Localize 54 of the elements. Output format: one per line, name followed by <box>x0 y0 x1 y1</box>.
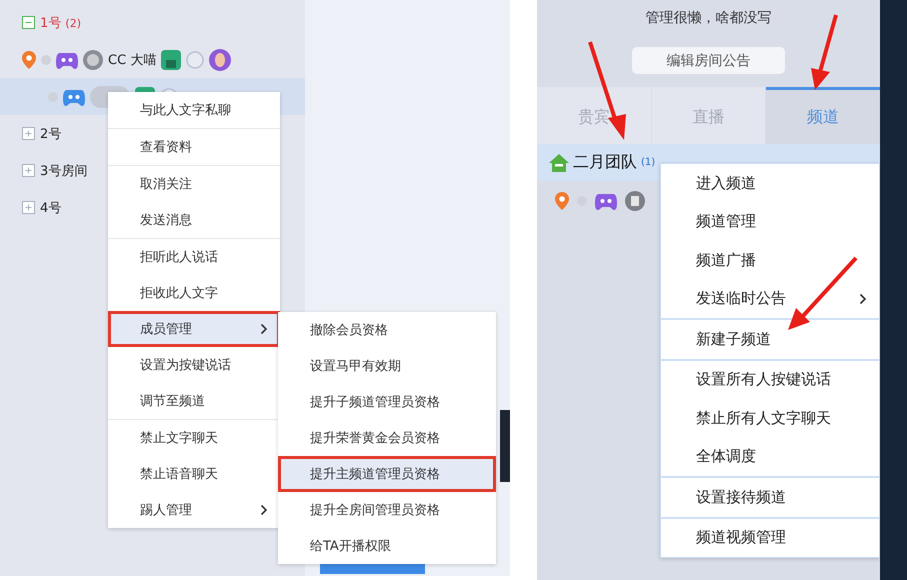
menu-item[interactable]: 发送消息 <box>108 202 280 238</box>
chevron-right-icon <box>859 292 867 305</box>
user-name[interactable]: CC 大喵 <box>108 50 156 68</box>
room-label[interactable]: 2号 <box>40 124 62 142</box>
notice-text: 管理很懒，啥都没写 <box>644 9 772 28</box>
menu-item[interactable]: 调节至频道 <box>108 383 280 419</box>
location-pin-icon <box>22 50 36 68</box>
expand-icon[interactable] <box>22 201 35 214</box>
menu-item[interactable]: 成员管理 <box>108 311 280 347</box>
menu-item[interactable]: 提升全房间管理员资格 <box>278 492 496 528</box>
menu-item[interactable]: 禁止所有人文字聊天 <box>661 399 879 438</box>
room-label[interactable]: 4号 <box>40 198 62 216</box>
menu-item[interactable]: 频道管理 <box>661 202 879 241</box>
avatar-icon <box>209 48 232 70</box>
menu-item[interactable]: 取消关注 <box>108 166 280 202</box>
collapse-icon[interactable] <box>22 16 35 29</box>
expand-icon[interactable] <box>22 127 35 140</box>
menu-item[interactable]: 新建子频道 <box>661 320 879 358</box>
chevron-right-icon <box>260 504 268 516</box>
menu-item[interactable]: 拒听此人说话 <box>108 239 280 275</box>
menu-item[interactable]: 拒收此人文字 <box>108 275 280 311</box>
menu-item[interactable]: 设置所有人按键说话 <box>661 360 879 399</box>
menu-item[interactable]: 与此人文字私聊 <box>108 92 280 128</box>
menu-item[interactable]: 设置马甲有效期 <box>278 348 496 384</box>
status-dot-icon <box>48 92 58 102</box>
menu-item[interactable]: 撤除会员资格 <box>278 312 496 348</box>
location-pin-icon <box>555 192 569 210</box>
menu-item[interactable]: 禁止语音聊天 <box>108 456 280 492</box>
window-edge <box>500 410 510 482</box>
menu-item[interactable]: 频道视频管理 <box>661 518 879 557</box>
menu-item[interactable]: 踢人管理 <box>108 492 280 528</box>
menu-item[interactable]: 提升主频道管理员资格 <box>278 456 496 492</box>
house-icon <box>549 154 569 172</box>
expand-icon[interactable] <box>22 164 35 177</box>
menu-item[interactable]: 提升荣誉黄金会员资格 <box>278 420 496 456</box>
menu-item[interactable]: 全体调度 <box>661 438 879 476</box>
menu-item[interactable]: 提升子频道管理员资格 <box>278 384 496 420</box>
avatar-badge-icon <box>83 50 103 70</box>
gamepad-icon <box>595 191 617 211</box>
channel-name[interactable]: 二月团队 <box>573 152 637 173</box>
menu-item[interactable]: 禁止文字聊天 <box>108 420 280 456</box>
menu-item[interactable]: 频道广播 <box>661 241 879 280</box>
edit-notice-button[interactable]: 编辑房间公告 <box>632 47 785 74</box>
menu-item[interactable]: 查看资料 <box>108 129 280 165</box>
menu-item[interactable]: 设置接待频道 <box>661 478 879 516</box>
avatar-badge-icon <box>625 191 645 211</box>
menu-item[interactable]: 发送临时公告 <box>661 280 879 318</box>
chevron-right-icon <box>260 323 268 335</box>
member-count: (1) <box>641 157 656 168</box>
menu-item[interactable]: 给TA开播权限 <box>278 528 496 564</box>
menu-item[interactable]: 设置为按键说话 <box>108 347 280 383</box>
menu-item[interactable]: 进入频道 <box>661 164 879 202</box>
room-label[interactable]: 3号房间 <box>40 162 88 180</box>
room-label[interactable]: 1号 (2) <box>40 14 82 32</box>
